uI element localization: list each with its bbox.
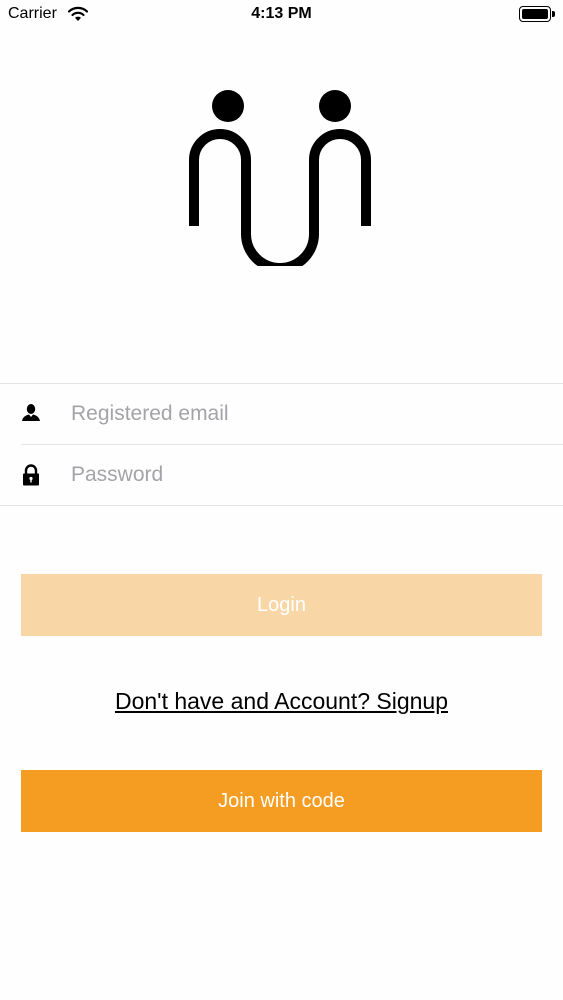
join-with-code-button[interactable]: Join with code bbox=[21, 770, 542, 832]
status-time: 4:13 PM bbox=[251, 5, 312, 22]
email-row bbox=[0, 384, 563, 444]
login-button[interactable]: Login bbox=[21, 574, 542, 636]
signup-link[interactable]: Don't have and Account? Signup bbox=[0, 688, 563, 715]
battery-icon bbox=[519, 6, 555, 22]
email-field[interactable] bbox=[71, 396, 541, 432]
login-screen: Carrier 4:13 PM Registered email Login D… bbox=[0, 0, 563, 1000]
password-field[interactable] bbox=[71, 457, 541, 493]
status-bar: Carrier 4:13 PM bbox=[0, 0, 563, 30]
login-form bbox=[0, 383, 563, 506]
two-people-logo-icon bbox=[189, 90, 371, 266]
password-row bbox=[0, 445, 563, 505]
lock-icon bbox=[23, 464, 39, 486]
divider bbox=[0, 505, 563, 506]
person-icon bbox=[22, 404, 40, 421]
